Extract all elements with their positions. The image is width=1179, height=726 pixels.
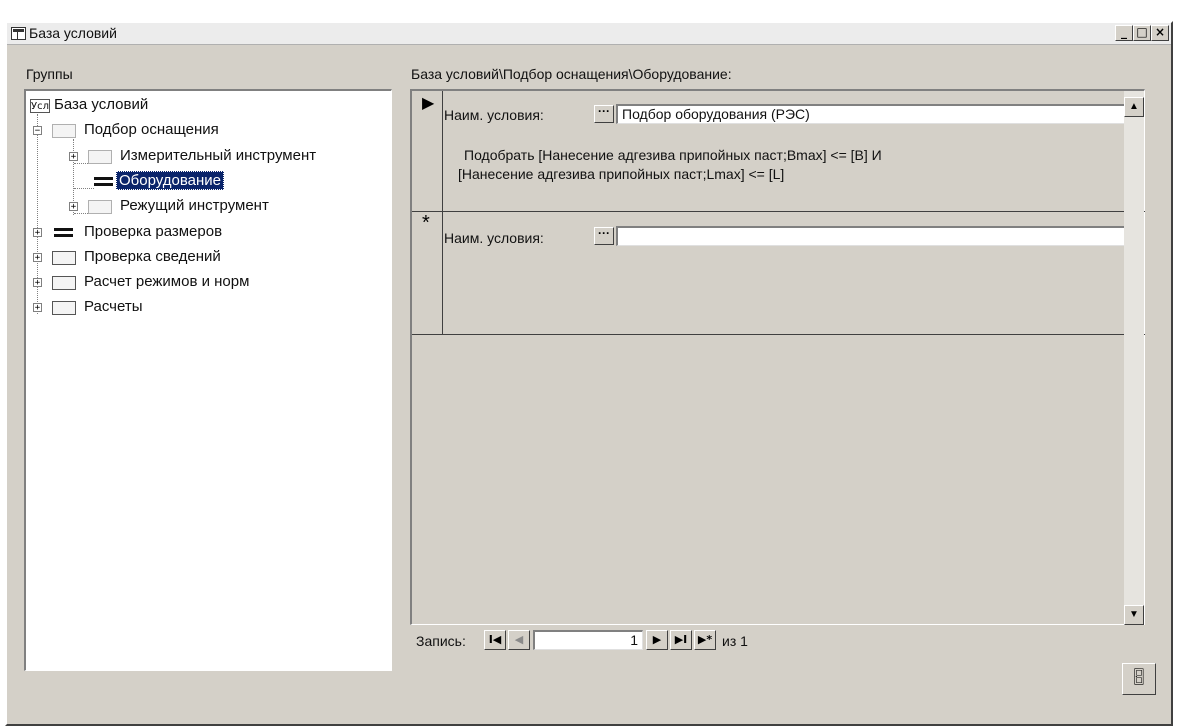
tree-root[interactable]: База условий [54,96,148,113]
record-1: ▶ Наим. условия: ··· Подбор оборудования… [412,91,1145,212]
field-label: Наим. условия: [444,230,544,246]
condition-name-field[interactable]: Подбор оборудования (РЭС) [616,104,1128,124]
folder-icon [88,200,112,214]
window-title: База условий [29,25,117,41]
browse-button[interactable]: ··· [594,105,614,123]
record-new: * Наим. условия: ··· [412,212,1145,335]
condition-name-field-new[interactable] [616,226,1128,246]
scroll-up-icon[interactable]: ▲ [1124,97,1144,117]
root-badge-icon: Усл [30,99,50,113]
expand-icon[interactable]: + [69,152,78,162]
expand-icon[interactable]: + [33,278,42,288]
tree-item-proverka-razmerov[interactable]: Проверка размеров [84,223,222,240]
folder-icon [88,150,112,164]
tree-item-proverka-svedeny[interactable]: Проверка сведений [84,248,221,265]
tree-item-raschet-rezhimov[interactable]: Расчет режимов и норм [84,273,249,290]
next-record-button[interactable]: ▶ [646,630,668,650]
equals-icon [54,226,73,239]
new-record-button[interactable]: ▶* [694,630,716,650]
scroll-down-icon[interactable]: ▼ [1124,605,1144,625]
expand-icon[interactable]: + [33,228,42,238]
tree-connector [74,188,94,189]
equals-icon [94,175,113,188]
tree-connector [74,213,88,214]
tree-item-raschety[interactable]: Расчеты [84,298,143,315]
tree-item-oborudovanie[interactable]: Оборудование [116,171,225,190]
groups-tree[interactable]: Усл База условий − Подбор оснащения + Из… [24,89,392,671]
folder-icon [52,276,76,290]
tree-item-podbor-osnashcheniya[interactable]: Подбор оснащения [84,121,219,138]
field-label: Наим. условия: [444,107,544,123]
tree-item-rezhushchy-instrument[interactable]: Режущий инструмент [120,197,269,214]
minimize-button[interactable]: _ [1115,25,1133,41]
tree-connector [74,163,88,164]
title-bar[interactable]: База условий _ □ × [7,23,1171,45]
folder-icon [52,124,76,138]
condition-description-line2: [Нанесение адгезива припойных паст;Lmax]… [458,166,785,182]
form-icon [11,27,26,40]
door-exit-icon: 🚪︎ [1128,669,1150,686]
prev-record-button[interactable]: ◀ [508,630,530,650]
groups-label: Группы [26,66,73,82]
expand-icon[interactable]: + [33,303,42,313]
expand-icon[interactable]: + [69,202,78,212]
record-label: Запись: [416,633,466,649]
browse-button[interactable]: ··· [594,227,614,245]
folder-icon [52,251,76,265]
maximize-button[interactable]: □ [1133,25,1151,41]
exit-button[interactable]: 🚪︎ [1122,663,1156,695]
subform: ▶ Наим. условия: ··· Подбор оборудования… [410,89,1145,625]
folder-icon [52,301,76,315]
current-record-icon[interactable]: ▶ [422,93,434,113]
expand-icon[interactable]: + [33,253,42,263]
tree-item-izmeritelny-instrument[interactable]: Измерительный инструмент [120,147,316,164]
close-button[interactable]: × [1151,25,1169,41]
last-record-button[interactable]: ▶I [670,630,692,650]
collapse-icon[interactable]: − [33,126,42,136]
record-total: из 1 [722,633,748,649]
condition-description-line1: Подобрать [Нанесение адгезива припойных … [464,147,882,163]
first-record-button[interactable]: I◀ [484,630,506,650]
path-label: База условий\Подбор оснащения\Оборудован… [411,66,732,82]
new-record-icon[interactable]: * [422,213,430,233]
vertical-scrollbar[interactable]: ▲ ▼ [1124,91,1144,625]
record-number-input[interactable]: 1 [533,630,643,650]
